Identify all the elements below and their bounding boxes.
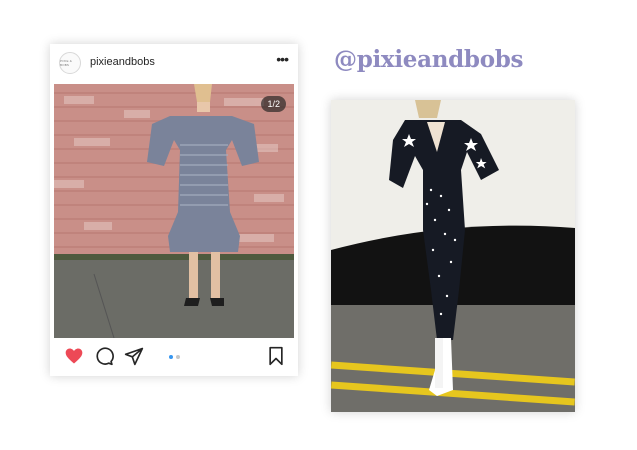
handle-title: @pixieandbobs: [334, 46, 524, 73]
carousel-counter: 1/2: [261, 96, 286, 112]
share-icon[interactable]: [124, 346, 144, 366]
carousel-dot-active[interactable]: [169, 355, 173, 359]
heart-icon[interactable]: [64, 346, 84, 366]
post-action-bar: [50, 344, 298, 370]
post-photo[interactable]: 1/2: [54, 84, 294, 338]
carousel-dots: [169, 355, 180, 359]
more-horizontal-icon[interactable]: •••: [276, 52, 289, 66]
post-username[interactable]: pixieandbobs: [90, 56, 155, 68]
carousel-dot[interactable]: [176, 355, 180, 359]
avatar[interactable]: PIXIE & BOBS: [59, 52, 81, 74]
comment-icon[interactable]: [94, 346, 114, 366]
bookmark-icon[interactable]: [266, 346, 286, 366]
post-header: PIXIE & BOBS pixieandbobs •••: [50, 44, 298, 82]
instagram-post-card: PIXIE & BOBS pixieandbobs ••• 1/2: [50, 44, 298, 376]
outfit-photo: [331, 100, 575, 412]
